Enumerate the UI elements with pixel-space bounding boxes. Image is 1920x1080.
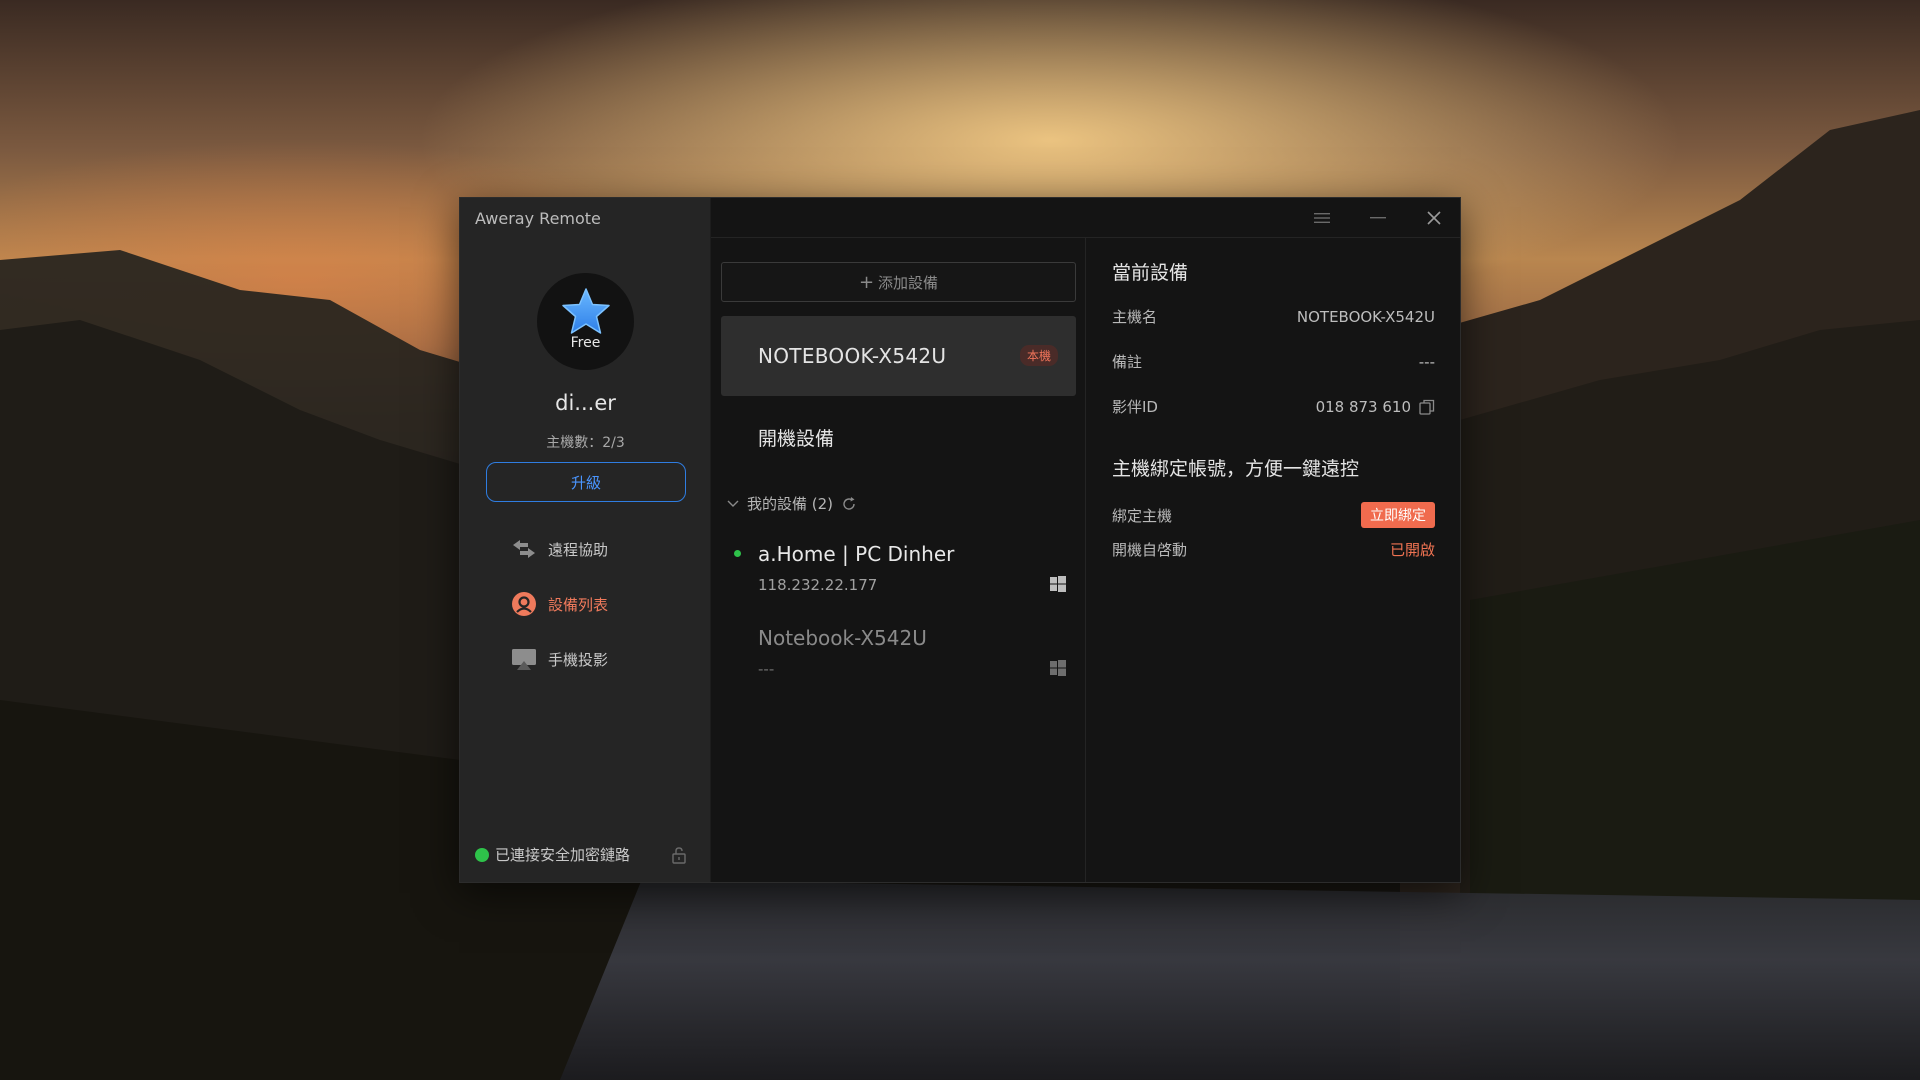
online-devices-title: 開機設備 (758, 428, 835, 450)
user-name: di...er (555, 391, 616, 415)
bind-row: 綁定主機 立即綁定 (1112, 502, 1435, 528)
device-ip: --- (758, 660, 775, 678)
background-lake (560, 880, 1920, 1080)
local-device-name: NOTEBOOK-X542U (758, 344, 947, 368)
host-name-label: 主機名 (1112, 308, 1158, 326)
nav-label: 設備列表 (548, 595, 609, 614)
device-name: a.Home | PC Dinher (758, 542, 955, 566)
nav-label: 手機投影 (548, 650, 609, 669)
device-name: Notebook-X542U (758, 626, 927, 650)
avatar[interactable]: Free (537, 273, 634, 370)
bind-title: 主機綁定帳號，方便一鍵遠控 (1112, 458, 1360, 480)
devices-column: + 添加設備 NOTEBOOK-X542U 本機 開機設備 我的設備 (2) a… (711, 238, 1086, 882)
note-label: 備註 (1112, 353, 1143, 371)
bind-label: 綁定主機 (1112, 506, 1173, 525)
remote-assist-icon (511, 536, 537, 562)
detail-title: 當前設備 (1112, 262, 1189, 284)
copy-icon[interactable] (1419, 399, 1435, 415)
host-name-row: 主機名 NOTEBOOK-X542U (1112, 306, 1435, 327)
nav-label: 遠程協助 (548, 540, 609, 559)
device-group-label: 我的設備 (2) (747, 495, 834, 513)
device-list-item[interactable]: Notebook-X542U --- (711, 622, 1086, 692)
device-id-row: 影伴ID 018 873 610 (1112, 396, 1435, 417)
app-window: Aweray Remote Free di...er 主機數：2/3 升級 遠程… (459, 197, 1461, 883)
bind-now-button[interactable]: 立即綁定 (1361, 502, 1435, 528)
online-dot-icon (734, 550, 741, 557)
device-id-value: 018 873 610 (1315, 397, 1411, 416)
star-icon (561, 287, 610, 334)
device-id-label: 影伴ID (1112, 398, 1158, 416)
note-row[interactable]: 備註 --- (1112, 351, 1435, 372)
app-title: Aweray Remote (475, 209, 601, 228)
nav-item-device-list[interactable]: 設備列表 (511, 589, 608, 619)
status-dot-icon (475, 847, 489, 862)
screen-mirror-icon (511, 646, 537, 672)
autostart-row: 開機自啓動 已開啟 (1112, 539, 1435, 560)
upgrade-button[interactable]: 升級 (486, 462, 686, 502)
menu-icon[interactable] (1310, 206, 1334, 230)
nav-item-remote-assist[interactable]: 遠程協助 (511, 534, 608, 564)
windows-icon (1050, 660, 1066, 676)
device-id-value-wrap: 018 873 610 (1316, 398, 1435, 416)
plan-label: Free (570, 334, 601, 351)
device-ip: 118.232.22.177 (758, 576, 878, 594)
chevron-down-icon (727, 500, 739, 507)
autostart-label: 開機自啓動 (1112, 541, 1188, 559)
titlebar (711, 198, 1460, 238)
windows-icon (1050, 576, 1066, 592)
main-panel: + 添加設備 NOTEBOOK-X542U 本機 開機設備 我的設備 (2) a… (711, 198, 1460, 882)
add-device-label: 添加設備 (878, 273, 939, 292)
note-value: --- (1418, 352, 1435, 371)
device-group-toggle[interactable]: 我的設備 (2) (726, 493, 857, 514)
plus-icon: + (858, 271, 875, 293)
secure-connection-status: 已連接安全加密鏈路 (475, 844, 630, 865)
host-name-value: NOTEBOOK-X542U (1296, 307, 1435, 326)
refresh-icon[interactable] (841, 496, 857, 512)
nav-item-screen-mirror[interactable]: 手機投影 (511, 644, 608, 674)
close-icon[interactable] (1422, 206, 1446, 230)
device-list-item[interactable]: a.Home | PC Dinher 118.232.22.177 (711, 538, 1086, 608)
minimize-icon[interactable] (1366, 206, 1390, 230)
lock-icon[interactable] (671, 846, 687, 864)
device-detail-panel: 當前設備 主機名 NOTEBOOK-X542U 備註 --- 影伴ID 018 … (1087, 238, 1460, 882)
local-badge: 本機 (1019, 345, 1058, 366)
sidebar: Aweray Remote Free di...er 主機數：2/3 升級 遠程… (460, 198, 711, 882)
local-device-card[interactable]: NOTEBOOK-X542U 本機 (721, 316, 1076, 396)
autostart-toggle[interactable]: 已開啟 (1390, 539, 1435, 560)
secure-text: 已連接安全加密鏈路 (495, 846, 631, 864)
add-device-button[interactable]: + 添加設備 (721, 262, 1076, 302)
device-list-icon (511, 591, 537, 617)
host-count: 主機數：2/3 (546, 435, 625, 451)
